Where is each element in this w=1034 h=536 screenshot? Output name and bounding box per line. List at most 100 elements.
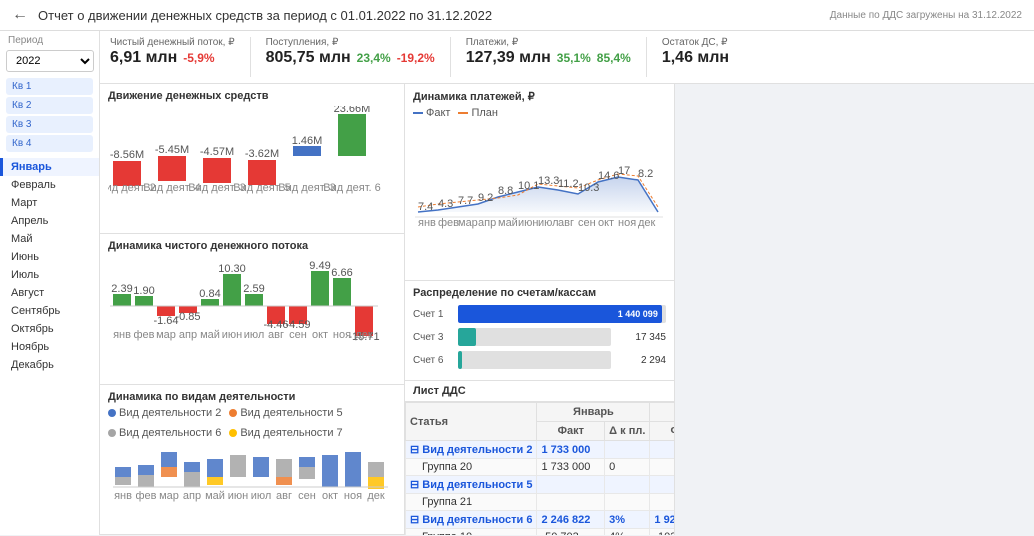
table-cell: ⊟ Вид деятельности 5 bbox=[406, 476, 537, 494]
content-area: Чистый денежный поток, ₽ 6,91 млн -5,9% … bbox=[100, 31, 1034, 535]
month-june[interactable]: Июнь bbox=[0, 248, 99, 266]
month-september[interactable]: Сентябрь bbox=[0, 302, 99, 320]
month-july[interactable]: Июль bbox=[0, 266, 99, 284]
quarter-item-3[interactable]: Кв 3 bbox=[6, 116, 93, 133]
dist-track-3 bbox=[458, 351, 611, 369]
svg-text:май: май bbox=[200, 329, 220, 341]
svg-text:-3.62M: -3.62M bbox=[245, 148, 279, 160]
table-cell: 2 246 822 bbox=[537, 511, 605, 529]
month-january[interactable]: Январь bbox=[0, 158, 99, 176]
back-button[interactable]: ← bbox=[12, 6, 28, 24]
legend-activity7: Вид деятельности 7 bbox=[229, 427, 342, 439]
table-cell: ⊟ Вид деятельности 6 bbox=[406, 511, 537, 529]
svg-text:июн: июн bbox=[222, 329, 242, 341]
net-flow-chart-panel: Динамика чистого денежного потока 2.39 1… bbox=[100, 234, 404, 384]
svg-text:ноя: ноя bbox=[344, 490, 362, 502]
svg-text:мар: мар bbox=[156, 329, 176, 341]
payments-legend: Факт План bbox=[413, 107, 666, 119]
payments-title: Динамика платежей, ₽ bbox=[413, 90, 666, 103]
legend-fact: Факт bbox=[413, 107, 450, 119]
month-october[interactable]: Октябрь bbox=[0, 320, 99, 338]
svg-text:янв: янв bbox=[113, 329, 131, 341]
kpi-row: Чистый денежный поток, ₽ 6,91 млн -5,9% … bbox=[100, 31, 1034, 84]
table-cell: 4% bbox=[605, 529, 650, 535]
kpi-net-cash-value: 6,91 млн bbox=[110, 48, 177, 67]
dist-label-2: Счет 3 bbox=[413, 332, 453, 343]
month-march[interactable]: Март bbox=[0, 194, 99, 212]
svg-text:июл: июл bbox=[538, 217, 559, 229]
data-note: Данные по ДДС загружены на 31.12.2022 bbox=[830, 10, 1022, 21]
svg-text:апр: апр bbox=[478, 217, 496, 229]
svg-text:фев: фев bbox=[135, 490, 156, 502]
svg-text:сен: сен bbox=[289, 329, 307, 341]
svg-text:июл: июл bbox=[251, 490, 272, 502]
kpi-net-cash-delta: -5,9% bbox=[183, 51, 214, 65]
svg-text:авг: авг bbox=[558, 217, 574, 229]
kpi-receipts-delta-gg: 23,4% bbox=[357, 51, 391, 65]
svg-text:авг: авг bbox=[276, 490, 292, 502]
svg-text:1.90: 1.90 bbox=[133, 285, 154, 297]
period-label: Период bbox=[0, 31, 99, 48]
svg-text:июл: июл bbox=[244, 329, 265, 341]
svg-text:8.2: 8.2 bbox=[638, 168, 653, 180]
activity-title: Динамика по видам деятельности bbox=[108, 391, 396, 403]
svg-text:11.2: 11.2 bbox=[558, 178, 579, 190]
payments-chart-panel: Динамика платежей, ₽ Факт План bbox=[405, 84, 674, 281]
table-cell: 3% bbox=[605, 511, 650, 529]
month-november[interactable]: Ноябрь bbox=[0, 338, 99, 356]
table-cell: -50 703 bbox=[537, 529, 605, 535]
kpi-balance-label: Остаток ДС, ₽ bbox=[662, 37, 729, 48]
top-bar: ← Отчет о движении денежных средств за п… bbox=[0, 0, 1034, 31]
kpi-payments-value: 127,39 млн bbox=[466, 48, 551, 67]
svg-text:окт: окт bbox=[598, 217, 614, 229]
table-cell: 0 bbox=[605, 459, 650, 476]
charts-area: Движение денежных средств -8.56M Вид дея… bbox=[100, 84, 1034, 535]
month-december[interactable]: Декабрь bbox=[0, 356, 99, 374]
dist-num-3: 2 294 bbox=[616, 355, 666, 366]
svg-text:апр: апр bbox=[183, 490, 201, 502]
table-cell: 1 925 859 bbox=[650, 511, 674, 529]
period-select[interactable]: 2022 bbox=[6, 50, 94, 72]
svg-text:10.3: 10.3 bbox=[578, 182, 599, 194]
sub-header-jan-delta: Δ к пл. bbox=[605, 422, 650, 441]
svg-text:июн: июн bbox=[518, 217, 538, 229]
svg-text:дек: дек bbox=[355, 329, 373, 341]
dist-label-1: Счет 1 bbox=[413, 309, 453, 320]
legend-activity6: Вид деятельности 6 bbox=[108, 427, 221, 439]
svg-text:ноя: ноя bbox=[333, 329, 351, 341]
quarter-item-1[interactable]: Кв 1 bbox=[6, 78, 93, 95]
month-may[interactable]: Май bbox=[0, 230, 99, 248]
quarter-item-2[interactable]: Кв 2 bbox=[6, 97, 93, 114]
dist-fill-3 bbox=[458, 351, 462, 369]
quarter-item-4[interactable]: Кв 4 bbox=[6, 135, 93, 152]
net-flow-svg: 2.39 1.90 -1.64 -0.85 0.84 bbox=[108, 256, 393, 341]
table-cell bbox=[537, 476, 605, 494]
svg-text:май: май bbox=[498, 217, 518, 229]
month-august[interactable]: Август bbox=[0, 284, 99, 302]
kpi-receipts-label: Поступления, ₽ bbox=[266, 37, 435, 48]
legend-activity5: Вид деятельности 5 bbox=[229, 407, 342, 419]
month-february[interactable]: Февраль bbox=[0, 176, 99, 194]
table-cell bbox=[537, 494, 605, 511]
svg-text:май: май bbox=[205, 490, 225, 502]
cash-flow-chart-panel: Движение денежных средств -8.56M Вид дея… bbox=[100, 84, 404, 234]
svg-text:14.6: 14.6 bbox=[598, 170, 619, 182]
month-april[interactable]: Апрель bbox=[0, 212, 99, 230]
svg-text:-0.85: -0.85 bbox=[175, 311, 200, 323]
kpi-balance-value: 1,46 млн bbox=[662, 48, 729, 67]
activity-legend: Вид деятельности 2 Вид деятельности 5 Ви… bbox=[108, 407, 396, 439]
kpi-sep-3 bbox=[646, 37, 647, 77]
svg-text:23.66M: 23.66M bbox=[334, 106, 371, 115]
dist-track-1: 1 440 099 bbox=[458, 305, 666, 323]
svg-text:17: 17 bbox=[618, 165, 630, 177]
svg-text:4.3: 4.3 bbox=[438, 198, 453, 210]
svg-text:9.49: 9.49 bbox=[309, 260, 330, 272]
table-cell bbox=[650, 494, 674, 511]
svg-text:мар: мар bbox=[458, 217, 478, 229]
kpi-net-cash: Чистый денежный поток, ₽ 6,91 млн -5,9% bbox=[110, 37, 235, 67]
dist-row-3: Счет 6 2 294 bbox=[413, 351, 666, 369]
svg-text:дек: дек bbox=[367, 490, 385, 502]
month-list: Январь Февраль Март Апрель Май Июнь Июль… bbox=[0, 158, 99, 374]
dist-track-2 bbox=[458, 328, 611, 346]
svg-text:ноя: ноя bbox=[618, 217, 636, 229]
